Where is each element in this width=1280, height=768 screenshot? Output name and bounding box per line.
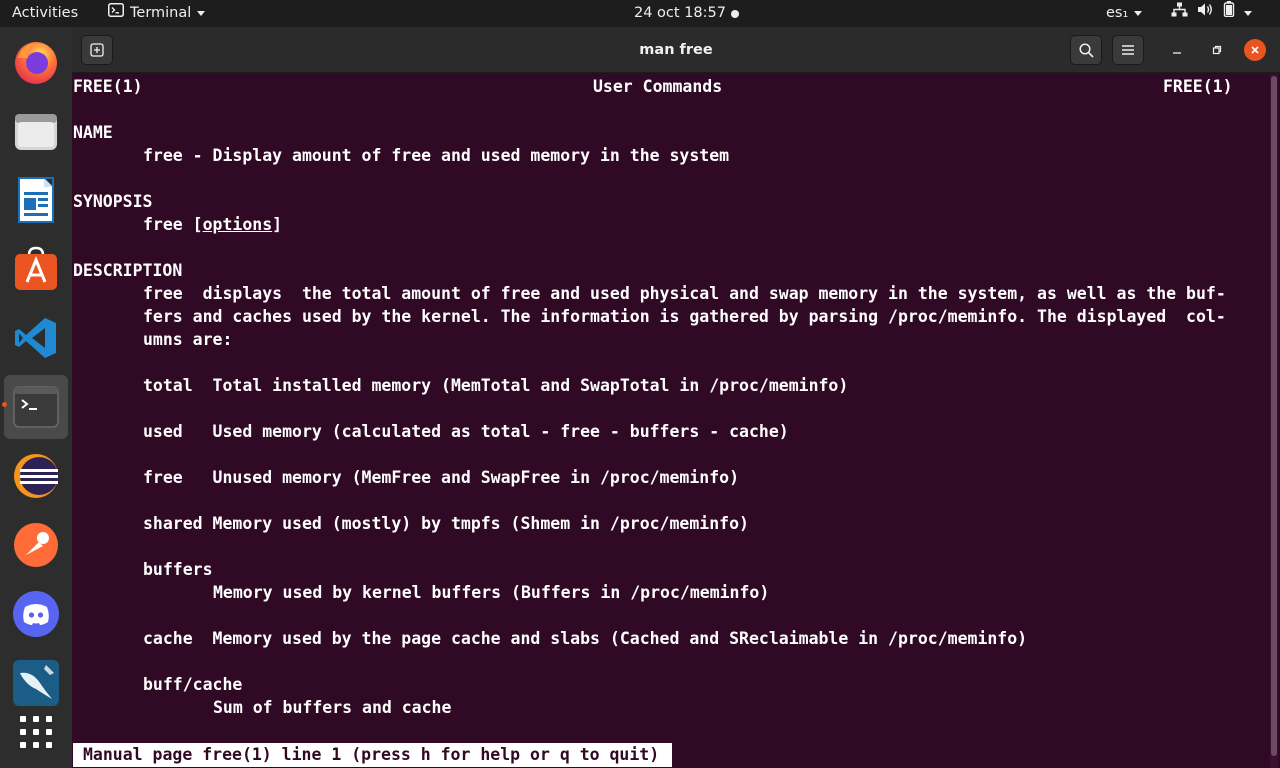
dock-item-vscode[interactable] bbox=[4, 306, 68, 370]
keyboard-layout-label: es₁ bbox=[1106, 5, 1129, 21]
network-icon bbox=[1171, 0, 1188, 27]
column-buffers-desc: Memory used by kernel buffers (Buffers i… bbox=[213, 583, 770, 602]
man-header-right: FREE(1) bbox=[1163, 77, 1233, 96]
synopsis-options: options bbox=[202, 215, 273, 234]
terminal-cursor bbox=[669, 743, 672, 767]
minimize-button[interactable] bbox=[1161, 35, 1193, 65]
notification-dot-icon bbox=[731, 10, 739, 18]
column-buffcache-desc: Sum of buffers and cache bbox=[213, 698, 452, 717]
dock-item-eclipse[interactable] bbox=[4, 444, 68, 508]
discord-icon bbox=[13, 591, 59, 637]
synopsis-heading: SYNOPSIS bbox=[73, 192, 153, 211]
header-bar[interactable]: man free bbox=[72, 27, 1280, 73]
new-tab-icon bbox=[90, 43, 104, 57]
activities-button[interactable]: Activities bbox=[12, 0, 78, 27]
libreoffice-writer-icon bbox=[18, 177, 54, 223]
vscode-icon bbox=[15, 318, 56, 358]
menu-button[interactable] bbox=[1112, 35, 1144, 65]
top-bar: Activities Terminal 24 oct 18:57 es₁ bbox=[0, 0, 1280, 27]
man-header-left: FREE(1) bbox=[73, 77, 143, 96]
dock-item-postman[interactable] bbox=[4, 513, 68, 577]
close-button[interactable] bbox=[1244, 39, 1266, 61]
description-heading: DESCRIPTION bbox=[73, 261, 183, 280]
name-heading: NAME bbox=[73, 123, 113, 142]
search-button[interactable] bbox=[1070, 35, 1102, 65]
synopsis-close: ] bbox=[272, 215, 283, 234]
chevron-down-icon bbox=[197, 11, 206, 16]
keyboard-layout-indicator[interactable]: es₁ bbox=[1106, 0, 1143, 27]
column-used: used Used memory (calculated as total - … bbox=[143, 422, 789, 441]
search-icon bbox=[1078, 42, 1094, 58]
dock-item-discord[interactable] bbox=[4, 582, 68, 646]
terminal-app-icon bbox=[108, 0, 124, 27]
terminal-content[interactable]: FREE(1) User Commands FREE(1) NAME free … bbox=[72, 74, 1280, 768]
close-icon bbox=[1251, 46, 1259, 54]
restore-icon bbox=[1212, 45, 1222, 55]
pager-status-line: Manual page free(1) line 1 (press h for … bbox=[73, 743, 670, 767]
dock-item-writer[interactable] bbox=[4, 168, 68, 232]
description-line-3: umns are: bbox=[143, 330, 233, 349]
postman-icon bbox=[14, 523, 58, 567]
synopsis-command: free [ bbox=[143, 215, 203, 234]
running-indicator bbox=[2, 402, 7, 407]
terminal-window: man free FREE(1) User Commands FREE(1) N… bbox=[72, 27, 1280, 768]
system-menu[interactable] bbox=[1171, 0, 1252, 27]
column-total: total Total installed memory (MemTotal a… bbox=[143, 376, 849, 395]
app-menu-label: Terminal bbox=[130, 5, 192, 21]
column-cache: cache Memory used by the page cache and … bbox=[143, 629, 1028, 648]
new-tab-button[interactable] bbox=[81, 35, 113, 65]
minimize-icon bbox=[1173, 52, 1181, 54]
scrollbar-thumb[interactable] bbox=[1271, 76, 1277, 756]
man-header-center: User Commands bbox=[593, 77, 723, 96]
description-line-2: fers and caches used by the kernel. The … bbox=[143, 307, 1226, 326]
dock bbox=[0, 27, 72, 768]
column-free: free Unused memory (MemFree and SwapFree… bbox=[143, 468, 740, 487]
dock-item-show-applications[interactable] bbox=[4, 700, 68, 764]
firefox-icon bbox=[15, 42, 57, 84]
show-applications-icon bbox=[20, 716, 52, 748]
eclipse-icon bbox=[14, 454, 58, 498]
dock-item-firefox[interactable] bbox=[4, 30, 68, 94]
dock-item-terminal[interactable] bbox=[4, 375, 68, 439]
column-buffcache-term: buff/cache bbox=[143, 675, 243, 694]
dock-item-files[interactable] bbox=[4, 99, 68, 163]
description-line-1: free displays the total amount of free a… bbox=[143, 284, 1226, 303]
terminal-icon bbox=[13, 386, 59, 428]
column-shared: shared Memory used (mostly) by tmpfs (Sh… bbox=[143, 514, 749, 533]
chevron-down-icon bbox=[1244, 11, 1252, 16]
app-menu[interactable]: Terminal bbox=[108, 0, 206, 27]
dock-item-software[interactable] bbox=[4, 237, 68, 301]
chevron-down-icon bbox=[1134, 11, 1143, 16]
column-buffers-term: buffers bbox=[143, 560, 213, 579]
files-icon bbox=[15, 114, 57, 150]
volume-icon bbox=[1197, 0, 1214, 27]
maximize-button[interactable] bbox=[1201, 35, 1233, 65]
hamburger-menu-icon bbox=[1122, 45, 1134, 55]
name-text: free - Display amount of free and used m… bbox=[143, 146, 730, 165]
battery-icon bbox=[1223, 0, 1235, 27]
clock[interactable]: 24 oct 18:57 bbox=[634, 0, 726, 27]
synopsis-line: free [options] bbox=[143, 215, 282, 235]
software-center-icon bbox=[15, 246, 57, 290]
